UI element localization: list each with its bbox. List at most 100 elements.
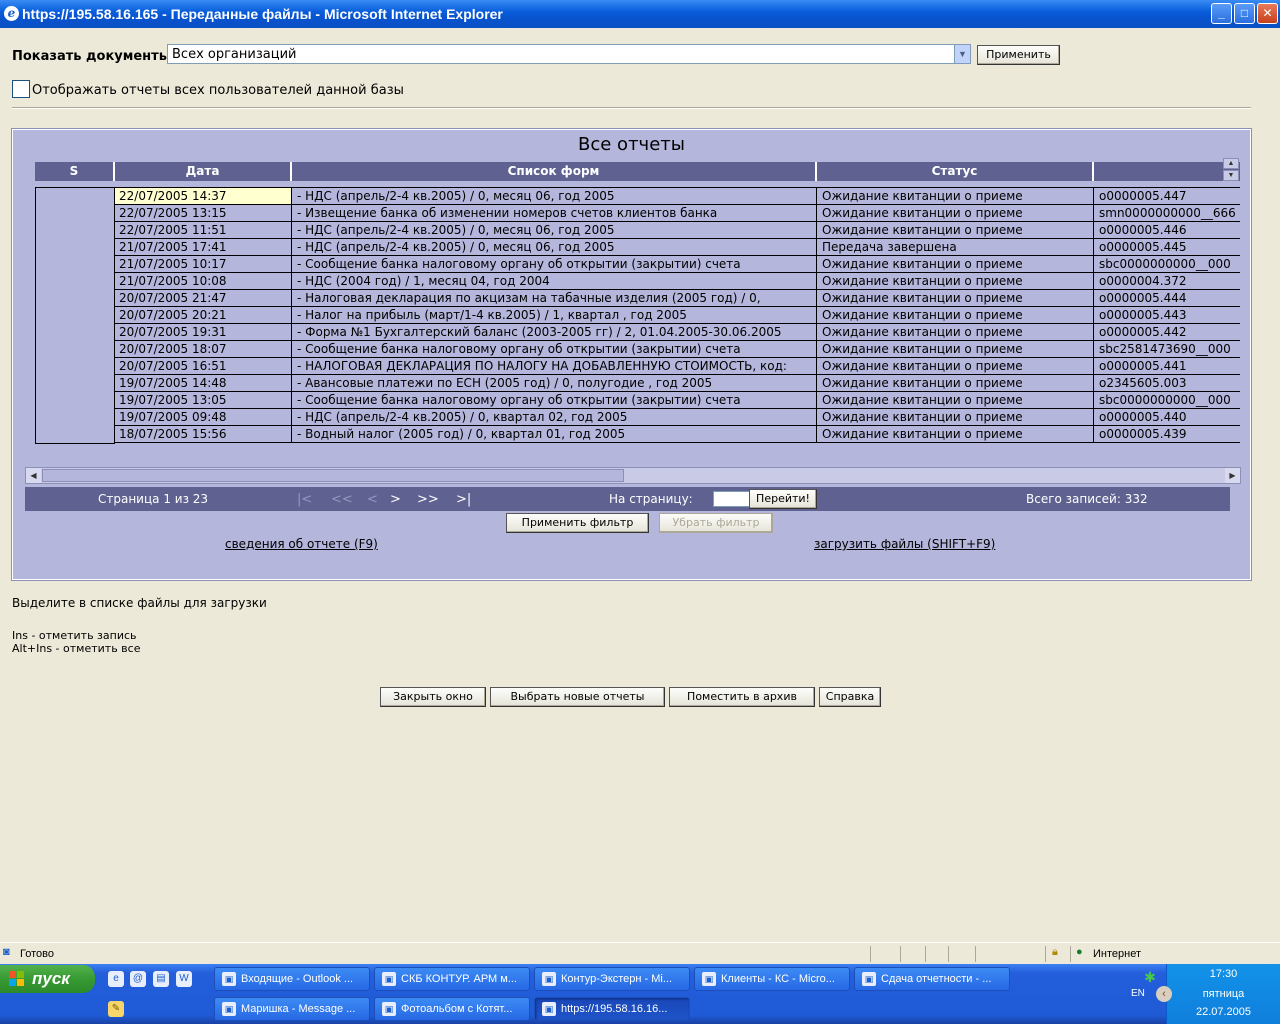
row-status: Ожидание квитанции о приеме: [816, 426, 1093, 443]
taskbar-task[interactable]: ▣ СКБ КОНТУР. АРМ м...: [374, 967, 530, 991]
table-row[interactable]: 20/07/2005 18:07- Сообщение банка налого…: [35, 341, 1240, 358]
window-title-bar[interactable]: e https://195.58.16.165 - Переданные фай…: [0, 0, 1280, 28]
row-file: o0000005.442: [1093, 324, 1240, 341]
status-zone: Интернет: [1093, 948, 1141, 960]
taskbar-task[interactable]: ▣ Входящие - Outlook ...: [214, 967, 370, 991]
taskbar-task[interactable]: ▣ Сдача отчетности - ...: [854, 967, 1010, 991]
table-row[interactable]: 19/07/2005 13:05- Сообщение банка налого…: [35, 392, 1240, 409]
taskbar: пуск e @ ▤ W ✎ ▣ Входящие - Outlook ... ▣ С…: [0, 964, 1280, 1024]
internet-zone-icon: ●: [1076, 946, 1083, 958]
select-new-reports-button[interactable]: Выбрать новые отчеты: [490, 687, 665, 707]
maximize-button[interactable]: □: [1234, 3, 1255, 24]
chevron-down-icon[interactable]: ▼: [954, 45, 970, 63]
scrollbar-thumb[interactable]: [42, 469, 624, 482]
table-row[interactable]: 22/07/2005 11:51- НДС (апрель/2-4 кв.200…: [35, 222, 1240, 239]
minimize-button[interactable]: _: [1211, 3, 1232, 24]
clock-weekday: пятница: [1202, 988, 1245, 1000]
row-file: o0000005.441: [1093, 358, 1240, 375]
status-divider: [1045, 946, 1046, 962]
row-select-cell: [35, 205, 114, 222]
close-window-button[interactable]: ✕: [1257, 3, 1278, 24]
task-app-icon: ▣: [542, 972, 556, 986]
row-file: o0000005.440: [1093, 409, 1240, 426]
taskbar-task[interactable]: ▣ Клиенты - КС - Micro...: [694, 967, 850, 991]
quicklaunch-desktop-icon[interactable]: ▤: [153, 971, 169, 987]
next-page-link[interactable]: >: [390, 492, 401, 507]
task-label: https://195.58.16.16...: [561, 1003, 668, 1015]
quicklaunch-tool-icon[interactable]: ✎: [108, 1001, 124, 1017]
apply-filter-button[interactable]: Применить фильтр: [506, 513, 649, 533]
taskbar-task[interactable]: ▣ Фотоальбом с Котят...: [374, 997, 530, 1021]
row-select-cell: [35, 239, 114, 256]
scroll-right-icon[interactable]: ▶: [1225, 468, 1240, 483]
organization-select[interactable]: Всех организаций ▼: [167, 44, 971, 64]
goto-page-input[interactable]: [713, 491, 753, 507]
scroll-down-icon[interactable]: ▼: [1223, 170, 1239, 181]
row-select-cell: [35, 426, 114, 443]
help-button[interactable]: Справка: [819, 687, 881, 707]
task-label: Фотоальбом с Котят...: [401, 1003, 513, 1015]
row-file: o0000005.446: [1093, 222, 1240, 239]
close-window-action-button[interactable]: Закрыть окно: [380, 687, 486, 707]
archive-button[interactable]: Поместить в архив: [669, 687, 815, 707]
scroll-up-icon[interactable]: ▲: [1223, 158, 1239, 169]
table-row[interactable]: 20/07/2005 19:31- Форма №1 Бухгалтерский…: [35, 324, 1240, 341]
row-status: Ожидание квитанции о приеме: [816, 375, 1093, 392]
maximize-icon: □: [1240, 6, 1249, 20]
reports-panel: Все отчеты S Дата Список форм Статус ▲ ▼…: [11, 128, 1252, 581]
row-form: - Сообщение банка налоговому органу об о…: [291, 256, 816, 273]
quicklaunch-word-icon[interactable]: W: [176, 971, 192, 987]
tray-expand-icon[interactable]: ‹: [1156, 986, 1172, 1002]
table-row[interactable]: 20/07/2005 20:21- Налог на прибыль (март…: [35, 307, 1240, 324]
row-file: sbc2581473690__000: [1093, 341, 1240, 358]
row-date: 22/07/2005 14:37: [114, 188, 291, 205]
report-info-link[interactable]: сведения об отчете (F9): [225, 537, 378, 551]
prev-pages-link[interactable]: <<: [331, 492, 353, 507]
column-header-status[interactable]: Статус: [817, 162, 1094, 181]
column-header-s[interactable]: S: [35, 162, 115, 181]
row-form: - Извещение банка об изменении номеров с…: [291, 205, 816, 222]
table-row[interactable]: 20/07/2005 21:47- Налоговая декларация п…: [35, 290, 1240, 307]
column-header-forms[interactable]: Список форм: [292, 162, 817, 181]
table-row[interactable]: 18/07/2005 15:56- Водный налог (2005 год…: [35, 426, 1240, 443]
table-row[interactable]: 21/07/2005 10:17- Сообщение банка налого…: [35, 256, 1240, 273]
prev-page-link[interactable]: <: [367, 492, 378, 507]
apply-button[interactable]: Применить: [977, 45, 1060, 65]
table-row[interactable]: 19/07/2005 09:48- НДС (апрель/2-4 кв.200…: [35, 409, 1240, 426]
column-header-file[interactable]: [1094, 162, 1240, 181]
horizontal-scrollbar[interactable]: ◀ ▶: [25, 467, 1241, 484]
quicklaunch-ie-icon[interactable]: e: [108, 971, 124, 987]
table-row[interactable]: 19/07/2005 14:48- Авансовые платежи по Е…: [35, 375, 1240, 392]
start-button[interactable]: пуск: [0, 965, 95, 993]
quicklaunch-outlook-icon[interactable]: @: [130, 971, 146, 987]
first-page-link[interactable]: |<: [297, 492, 312, 507]
clock-time[interactable]: 17:30: [1167, 968, 1280, 980]
download-files-link[interactable]: загрузить файлы (SHIFT+F9): [814, 537, 995, 551]
taskbar-task[interactable]: ▣ https://195.58.16.16...: [534, 997, 690, 1021]
row-form: - НДС (2004 год) / 1, месяц 04, год 2004: [291, 273, 816, 290]
last-page-link[interactable]: >|: [456, 492, 471, 507]
table-row[interactable]: 21/07/2005 10:08- НДС (2004 год) / 1, ме…: [35, 273, 1240, 290]
table-row[interactable]: 20/07/2005 16:51- НАЛОГОВАЯ ДЕКЛАРАЦИЯ П…: [35, 358, 1240, 375]
task-app-icon: ▣: [222, 972, 236, 986]
taskbar-task[interactable]: ▣ Маришка - Message ...: [214, 997, 370, 1021]
table-row[interactable]: 22/07/2005 14:37- НДС (апрель/2-4 кв.200…: [35, 188, 1240, 205]
next-pages-link[interactable]: >>: [417, 492, 439, 507]
column-header-date[interactable]: Дата: [115, 162, 292, 181]
tray-status-icon[interactable]: ✱: [1135, 969, 1165, 986]
all-users-checkbox[interactable]: [12, 80, 30, 98]
row-date: 20/07/2005 20:21: [114, 307, 291, 324]
row-file: o0000005.445: [1093, 239, 1240, 256]
row-date: 21/07/2005 17:41: [114, 239, 291, 256]
language-indicator[interactable]: EN: [1131, 988, 1145, 999]
row-select-cell: [35, 341, 114, 358]
remove-filter-button[interactable]: Убрать фильтр: [659, 513, 773, 533]
scroll-left-icon[interactable]: ◀: [26, 468, 41, 483]
table-row[interactable]: 21/07/2005 17:41- НДС (апрель/2-4 кв.200…: [35, 239, 1240, 256]
clock-date: 22.07.2005: [1195, 1006, 1252, 1018]
page-content: Показать документы: Всех организаций ▼ П…: [0, 28, 1280, 942]
goto-page-button[interactable]: Перейти!: [749, 489, 817, 509]
taskbar-task[interactable]: ▣ Контур-Экстерн - Mi...: [534, 967, 690, 991]
table-row[interactable]: 22/07/2005 13:15- Извещение банка об изм…: [35, 205, 1240, 222]
lock-icon: 🔒︎: [1052, 946, 1058, 958]
